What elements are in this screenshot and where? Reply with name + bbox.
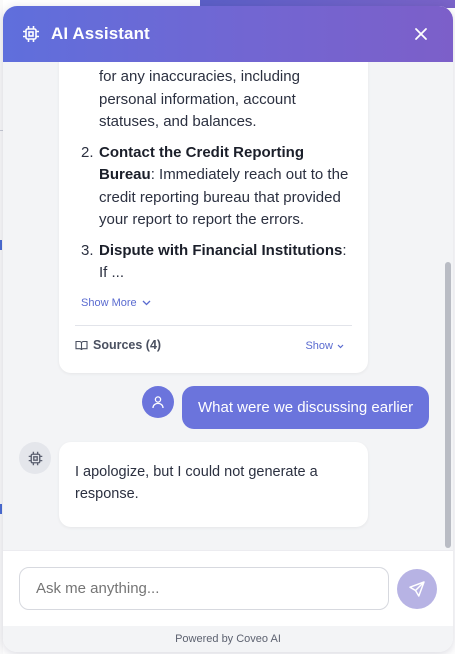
user-icon <box>152 396 164 409</box>
close-icon[interactable] <box>414 27 428 41</box>
list-item: 3. Dispute with Financial Institutions: … <box>81 240 356 285</box>
assistant-avatar <box>19 442 51 474</box>
sources-label: Sources (4) <box>93 338 162 352</box>
assistant-message-text: I apologize, but I could not generate a … <box>75 464 318 502</box>
ai-assistant-panel: AI Assistant for any inaccuracies, inclu… <box>3 6 453 652</box>
message-input[interactable] <box>19 567 389 610</box>
panel-header: AI Assistant <box>3 6 453 62</box>
background-link-fragment <box>0 240 2 250</box>
list-item-number: 2. <box>81 143 94 161</box>
sources-show-label: Show <box>305 340 333 352</box>
powered-by-footer: Powered by Coveo AI <box>3 626 453 652</box>
user-message-bubble: What were we discussing earlier <box>182 386 429 429</box>
send-icon <box>409 581 425 597</box>
chat-scroll-area[interactable]: for any inaccuracies, including personal… <box>3 62 453 550</box>
user-avatar <box>142 386 174 418</box>
chevron-down-icon <box>142 300 151 306</box>
composer <box>3 550 453 626</box>
sources-header: Sources (4) <box>75 338 161 352</box>
card-divider <box>75 325 352 326</box>
background-link-fragment <box>0 504 2 514</box>
close-button[interactable] <box>411 24 431 44</box>
send-button[interactable] <box>397 569 437 609</box>
show-more-label: Show More <box>81 297 137 309</box>
panel-title: AI Assistant <box>51 24 150 43</box>
list-item: 2. Contact the Credit Reporting Bureau: … <box>81 142 356 232</box>
user-message-text: What were we discussing earlier <box>198 399 414 416</box>
list-item-heading: Dispute with Financial Institutions <box>99 241 343 259</box>
list-item-number: 3. <box>81 241 94 259</box>
cpu-chip-icon <box>21 24 41 44</box>
cpu-chip-icon <box>28 451 42 465</box>
assistant-message-card: for any inaccuracies, including personal… <box>59 62 368 373</box>
scrollbar-thumb[interactable] <box>445 262 451 548</box>
answer-list: 2. Contact the Credit Reporting Bureau: … <box>81 142 356 285</box>
chevron-down-icon <box>337 344 344 348</box>
show-more-button[interactable]: Show More <box>81 297 151 309</box>
book-icon <box>75 340 88 350</box>
message-text: for any inaccuracies, including personal… <box>99 68 300 130</box>
assistant-message-card: I apologize, but I could not generate a … <box>59 442 368 527</box>
sources-show-button[interactable]: Show <box>305 340 344 352</box>
